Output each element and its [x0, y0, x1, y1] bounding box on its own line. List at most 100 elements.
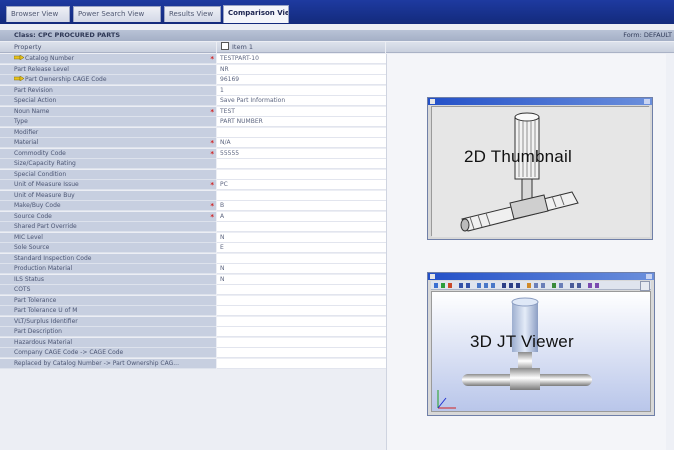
- value-cell[interactable]: E: [217, 243, 386, 253]
- property-label: COTS: [14, 286, 31, 293]
- property-cell: Catalog Number *: [0, 54, 216, 64]
- table-row: COTS: [0, 285, 386, 296]
- value-cell[interactable]: [217, 190, 386, 201]
- value-cell[interactable]: A: [217, 211, 386, 222]
- value-cell[interactable]: [217, 222, 386, 232]
- value-cell[interactable]: [217, 127, 386, 138]
- property-cell: COTS: [0, 285, 216, 295]
- value-cell[interactable]: [217, 358, 386, 369]
- value-cell[interactable]: TESTPART-10: [217, 54, 386, 64]
- value-cell[interactable]: N: [217, 264, 386, 274]
- toolbar-icon[interactable]: [441, 283, 445, 288]
- toolbar-icon[interactable]: [484, 283, 488, 288]
- toolbar-icon[interactable]: [541, 283, 545, 288]
- value-cell[interactable]: [217, 169, 386, 180]
- value-cell[interactable]: N: [217, 232, 386, 243]
- value-text: N: [220, 265, 225, 272]
- value-cell[interactable]: N/A: [217, 138, 386, 148]
- value-cell[interactable]: N: [217, 274, 386, 285]
- thumbnail-titlebar[interactable]: [428, 98, 652, 105]
- toolbar-icon[interactable]: [516, 283, 520, 288]
- required-marker: *: [210, 55, 214, 63]
- value-cell[interactable]: [217, 327, 386, 337]
- value-cell[interactable]: Save Part Information: [217, 96, 386, 106]
- value-cell[interactable]: PC: [217, 180, 386, 190]
- toolbar-icon[interactable]: [559, 283, 563, 288]
- thumbnail-window[interactable]: 2D Thumbnail: [427, 97, 653, 240]
- tab-results-view[interactable]: Results View: [164, 6, 221, 22]
- viewer-titlebar[interactable]: [428, 273, 654, 280]
- value-cell[interactable]: [217, 285, 386, 295]
- toolbar-icon[interactable]: [527, 283, 531, 288]
- window-button-icon[interactable]: [644, 99, 650, 104]
- value-text: NR: [220, 65, 229, 73]
- value-cell[interactable]: NR: [217, 64, 386, 75]
- property-label: Part Ownership CAGE Code: [25, 76, 107, 83]
- property-label: MIC Level: [14, 233, 43, 241]
- property-label: Sole Source: [14, 244, 50, 251]
- toolbar-icon[interactable]: [595, 283, 599, 288]
- value-cell[interactable]: [217, 337, 386, 348]
- value-cell[interactable]: 55555: [217, 148, 386, 159]
- toolbar-icon[interactable]: [577, 283, 581, 288]
- value-cell[interactable]: 1: [217, 85, 386, 96]
- table-row: Part Description: [0, 327, 386, 338]
- window-icon: [430, 99, 435, 104]
- toolbar-icon[interactable]: [477, 283, 481, 288]
- tab-label: Browser View: [11, 10, 59, 18]
- tab-comparison-view[interactable]: Comparison View ⊗: [223, 5, 289, 23]
- arrow-icon[interactable]: [13, 54, 25, 61]
- save-icon[interactable]: [640, 281, 650, 291]
- property-label: Source Code: [14, 212, 52, 220]
- toolbar-icon[interactable]: [570, 283, 574, 288]
- value-cell[interactable]: [217, 348, 386, 358]
- property-cell: Part Tolerance U of M: [0, 306, 216, 316]
- table-row: Catalog Number * TESTPART-10: [0, 54, 386, 65]
- toolbar-icon[interactable]: [552, 283, 556, 288]
- value-cell[interactable]: [217, 159, 386, 169]
- toolbar-icon[interactable]: [502, 283, 506, 288]
- value-cell[interactable]: [217, 316, 386, 327]
- table-row: Production Material N: [0, 264, 386, 275]
- property-cell: Replaced by Catalog Number -> Part Owner…: [0, 358, 216, 369]
- value-cell[interactable]: [217, 253, 386, 264]
- toolbar-icon[interactable]: [448, 283, 452, 288]
- value-cell[interactable]: 96169: [217, 75, 386, 85]
- checkbox-icon[interactable]: [221, 42, 229, 50]
- arrow-icon[interactable]: [13, 75, 25, 82]
- tab-browser-view[interactable]: Browser View: [6, 6, 70, 22]
- property-cell: Material *: [0, 138, 216, 148]
- value-cell[interactable]: B: [217, 201, 386, 211]
- table-row: Unit of Measure Buy: [0, 190, 386, 202]
- table-row: Commodity Code * 55555: [0, 148, 386, 160]
- toolbar-icon[interactable]: [491, 283, 495, 288]
- toolbar-icon[interactable]: [534, 283, 538, 288]
- value-cell[interactable]: PART NUMBER: [217, 117, 386, 127]
- item-header-label: Item 1: [232, 43, 253, 51]
- property-cell: Part Tolerance: [0, 295, 216, 306]
- table-row: Shared Part Override: [0, 222, 386, 233]
- window-icon: [430, 274, 435, 279]
- table-row: Type PART NUMBER: [0, 117, 386, 128]
- preview-area: 2D Thumbnail 3D JT Viewer: [386, 54, 674, 450]
- value-cell[interactable]: [217, 306, 386, 316]
- toolbar-icon[interactable]: [434, 283, 438, 288]
- property-label: Make/Buy Code: [14, 202, 61, 209]
- tab-power-search-view[interactable]: Power Search View: [73, 6, 161, 22]
- item-column-header: Item 1: [217, 42, 385, 53]
- thumbnail-canvas: 2D Thumbnail: [431, 106, 650, 237]
- form-label: Form: DEFAULT: [623, 31, 672, 39]
- tab-label: Comparison View: [228, 9, 288, 17]
- value-cell[interactable]: TEST: [217, 106, 386, 117]
- class-header-bar: Class: CPC PROCURED PARTS Form: DEFAULT: [0, 30, 674, 41]
- toolbar-icon[interactable]: [509, 283, 513, 288]
- part-drawing-2d: [432, 107, 650, 237]
- window-button-icon[interactable]: [646, 274, 652, 279]
- property-cell: Commodity Code *: [0, 148, 216, 159]
- toolbar-icon[interactable]: [459, 283, 463, 288]
- toolbar-icon[interactable]: [588, 283, 592, 288]
- value-cell[interactable]: [217, 295, 386, 306]
- vertical-scrollbar[interactable]: [666, 54, 674, 450]
- toolbar-icon[interactable]: [466, 283, 470, 288]
- jt-viewer-window[interactable]: 3D JT Viewer: [427, 272, 655, 416]
